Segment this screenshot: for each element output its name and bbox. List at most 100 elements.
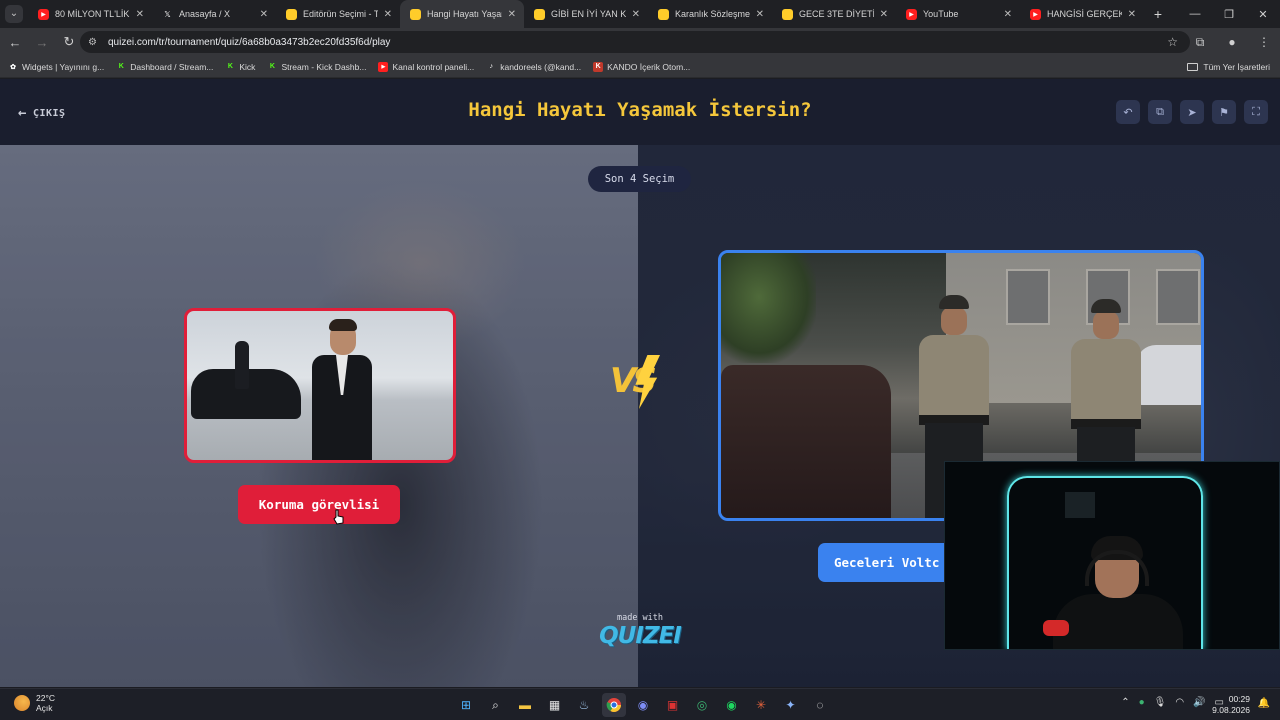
tab-title: HANGİSİ GERÇEK ŞA	[1047, 9, 1122, 19]
left-option-button[interactable]: Koruma görevlisi	[238, 485, 400, 524]
profile-icon[interactable]: ●	[1216, 35, 1248, 49]
close-tab-icon[interactable]: ✕	[756, 9, 764, 20]
close-tab-icon[interactable]: ✕	[880, 9, 888, 20]
tiktok-icon: ♪	[489, 63, 493, 70]
quizei-icon	[658, 8, 669, 20]
browser-tab[interactable]: ▶ 80 MİLYON TL'LİK YA ✕	[28, 0, 152, 28]
kick-icon: K	[269, 63, 275, 70]
reload-button[interactable]: ↻	[57, 30, 81, 54]
close-tab-icon[interactable]: ✕	[1004, 9, 1012, 20]
yt-icon: ▶	[906, 8, 917, 20]
widgets-icon: ✿	[10, 63, 16, 71]
close-tab-icon[interactable]: ✕	[260, 9, 268, 20]
network-app-icon[interactable]: ✦	[779, 693, 803, 717]
man-in-suit-shape	[302, 319, 380, 460]
bookmark-item[interactable]: ▶ Kanal kontrol paneli...	[378, 61, 475, 72]
bookmark-item[interactable]: K Stream - Kick Dashb...	[267, 61, 367, 72]
weather-widget[interactable]: 22°C Açık	[14, 693, 55, 713]
browser-tab[interactable]: GECE 3TE DİYETİ BOZ ✕	[772, 0, 896, 28]
browser-tab[interactable]: ▶ YouTube ✕	[896, 0, 1020, 28]
search-icon[interactable]: ⌕	[484, 693, 508, 717]
left-option-image[interactable]	[184, 308, 456, 463]
start-icon[interactable]: ⊞	[454, 693, 478, 717]
bookmark-label: Stream - Kick Dashb...	[281, 61, 367, 72]
file-explorer-icon[interactable]: ▬	[513, 693, 537, 717]
menu-icon[interactable]: ⋮	[1248, 35, 1280, 49]
browser-tab[interactable]: Hangi Hayatı Yaşamak ✕	[400, 0, 524, 28]
date: 9.08.2026	[1212, 705, 1250, 715]
new-tab-button[interactable]: +	[1144, 6, 1172, 22]
tab-search-button[interactable]: ⌄	[0, 0, 28, 28]
bookmark-item[interactable]: ♪ kandoreels (@kand...	[486, 62, 581, 72]
site-info-icon[interactable]: ⚙	[88, 37, 102, 48]
bodyguard-shape	[235, 341, 249, 389]
browser-tab[interactable]: ▶ HANGİSİ GERÇEK ŞA ✕	[1020, 0, 1144, 28]
send-icon[interactable]: ➤	[1180, 100, 1204, 124]
quizei-icon	[782, 8, 793, 20]
bookmark-item[interactable]: K Kick	[225, 62, 256, 72]
bookmark-star-icon[interactable]: ☆	[1167, 35, 1178, 49]
quiz-tools: ↶ ⧉ ➤ ⚑ ⛶	[1108, 100, 1268, 124]
close-window-button[interactable]: ✕	[1246, 0, 1280, 28]
tab-title: 80 MİLYON TL'LİK YA	[55, 9, 130, 19]
tab-title: GİBİ EN İYİ YAN KAR	[551, 9, 626, 19]
close-tab-icon[interactable]: ✕	[632, 9, 640, 20]
close-tab-icon[interactable]: ✕	[508, 9, 516, 20]
browser-tab[interactable]: 𝕏 Anasayfa / X ✕	[152, 0, 276, 28]
quizei-icon	[534, 8, 545, 20]
close-tab-icon[interactable]: ✕	[384, 9, 392, 20]
steam-icon[interactable]: ♨	[572, 693, 596, 717]
minimize-button[interactable]: —	[1178, 0, 1212, 28]
obs-app-icon[interactable]: ▣	[661, 693, 685, 717]
browser-tab[interactable]: GİBİ EN İYİ YAN KAR ✕	[524, 0, 648, 28]
all-bookmarks[interactable]: Tüm Yer İşaretleri	[1187, 56, 1270, 78]
tab-title: Editörün Seçimi - Tur	[303, 9, 378, 19]
bookmark-label: kandoreels (@kand...	[500, 61, 582, 72]
forward-button[interactable]: →	[30, 30, 54, 54]
address-bar[interactable]: ⚙ quizei.com/tr/tournament/quiz/6a68b0a3…	[80, 31, 1190, 53]
browser-tab[interactable]: Editörün Seçimi - Tur ✕	[276, 0, 400, 28]
bookmark-label: Kanal kontrol paneli...	[392, 61, 475, 72]
quiz-header: ← ÇIKIŞ Hangi Hayatı Yaşamak İstersin? ↶…	[0, 79, 1280, 145]
yt-icon: ▶	[38, 8, 49, 20]
tab-title: Karanlık Sözleşme: S	[675, 9, 750, 19]
extensions-icon[interactable]: ⧉	[1184, 35, 1216, 50]
store-icon[interactable]: ▦	[543, 693, 567, 717]
mouse-cursor-icon	[333, 509, 344, 525]
share-icon[interactable]: ⧉	[1148, 100, 1172, 124]
all-bookmarks-label: Tüm Yer İşaretleri	[1203, 62, 1270, 72]
settings-app-icon[interactable]: ◌	[808, 693, 832, 717]
tab-strip: ⌄ ▶80 MİLYON TL'LİK YA✕𝕏Anasayfa / X✕Edi…	[0, 0, 1280, 28]
bookmark-item[interactable]: K Dashboard / Stream...	[116, 62, 214, 72]
discord-icon[interactable]: ◉	[631, 693, 655, 717]
close-tab-icon[interactable]: ✕	[1128, 9, 1136, 20]
bookmark-item[interactable]: K KANDO İçerik Otom...	[593, 61, 691, 72]
volume-icon[interactable]: 🔊	[1193, 697, 1205, 708]
wifi-icon[interactable]: ◠	[1175, 697, 1184, 708]
tab-title: YouTube	[923, 9, 959, 19]
close-tab-icon[interactable]: ✕	[136, 9, 144, 20]
burst-icon[interactable]: ✳	[749, 693, 773, 717]
microphone-icon[interactable]: 🎙	[1154, 697, 1167, 708]
folder-icon	[1187, 63, 1199, 71]
yt-icon: ▶	[378, 61, 389, 72]
kick-icon: K	[118, 63, 124, 70]
app-icon[interactable]: ◎	[690, 693, 714, 717]
chevron-up-icon[interactable]: ⌃	[1121, 697, 1129, 708]
undo-icon[interactable]: ↶	[1116, 100, 1140, 124]
chrome-icon[interactable]	[601, 693, 626, 717]
notification-icon[interactable]: 🔔	[1258, 698, 1270, 709]
fullscreen-icon[interactable]: ⛶	[1244, 100, 1268, 124]
clock[interactable]: 00:29 9.08.2026	[1212, 694, 1250, 716]
bookmark-label: KANDO İçerik Otom...	[607, 61, 691, 72]
browser-tab[interactable]: Karanlık Sözleşme: S ✕	[648, 0, 772, 28]
taskbar-apps: ⊞ ⌕ ▬ ▦ ♨ ◉ ▣ ◎ ◉ ✳ ✦ ◌	[454, 693, 838, 717]
flag-icon[interactable]: ⚑	[1212, 100, 1236, 124]
tray-app-icon[interactable]: ●	[1139, 697, 1145, 708]
quizei-icon	[286, 8, 297, 20]
back-button[interactable]: ←	[3, 30, 27, 54]
vs-icon: VS	[608, 355, 674, 411]
spotify-icon[interactable]: ◉	[720, 693, 744, 717]
restore-button[interactable]: ❐	[1212, 0, 1246, 28]
bookmark-item[interactable]: ✿ Widgets | Yayınını g...	[8, 62, 104, 72]
